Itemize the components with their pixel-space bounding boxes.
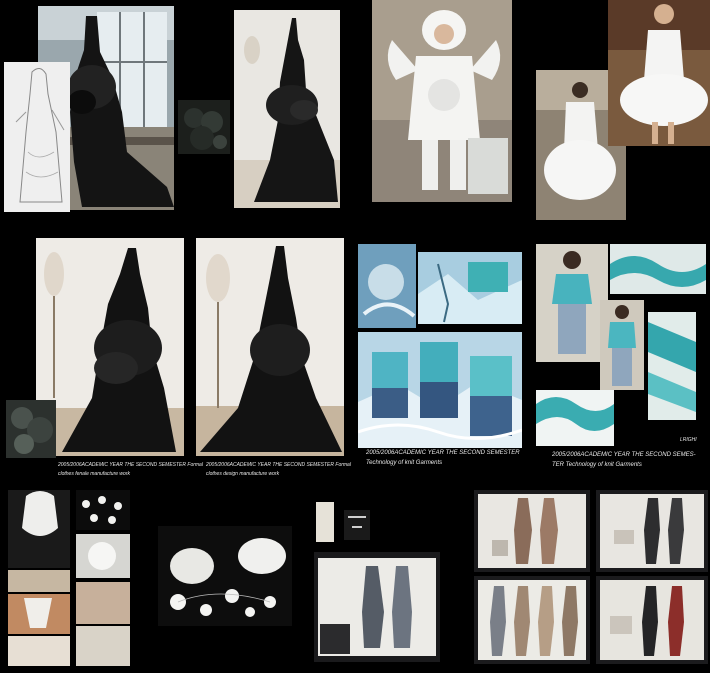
white-flower-accessories-photo xyxy=(158,526,292,626)
xray-fashion-board-1 xyxy=(314,552,440,662)
section5-caption-line1: 2005/2006ACADEMIC YEAR THE SECOND SEMEST… xyxy=(206,462,351,468)
section4-caption-line2: clothes fenale manufacture work xyxy=(58,471,130,477)
section7-caption-line2: TER Technology of knit Garments xyxy=(552,462,642,468)
black-gown-mannequin-photo xyxy=(234,10,340,208)
knit-garment-collage-top xyxy=(358,244,522,328)
white-dress-front-photo xyxy=(608,0,710,146)
section5-caption-line2: clothes design manufacture work xyxy=(206,471,280,477)
knit-sweater-models-photo xyxy=(358,332,522,448)
knit-model-back-photo xyxy=(600,300,644,390)
knit-swatch-photo-3 xyxy=(536,390,614,446)
white-bear-costume-photo xyxy=(372,0,512,202)
gown-ruffle-detail-photo xyxy=(6,400,56,458)
gown-fabric-detail-photo xyxy=(178,100,230,154)
section7-tag: LRIGHI xyxy=(680,437,697,443)
knit-swatch-photo-1 xyxy=(610,244,706,294)
design-board-thumbnail xyxy=(316,500,372,548)
white-accessory-grid xyxy=(6,488,132,668)
section6-caption-line1: 2005/2006ACADEMIC YEAR THE SECOND SEMEST… xyxy=(366,450,520,456)
xray-fashion-board-2 xyxy=(474,490,590,572)
xray-fashion-board-5 xyxy=(596,576,708,664)
section4-caption-line1: 2005/2006ACADEMIC YEAR THE SECOND SEMEST… xyxy=(58,462,203,468)
black-gown-side-photo xyxy=(196,238,344,456)
section7-caption-line1: 2005/2006ACADEMIC YEAR THE SECOND SEMES- xyxy=(552,452,696,458)
section6-caption-line2: Technology of knit Garments xyxy=(366,460,443,466)
knit-swatch-photo-2 xyxy=(648,312,696,420)
xray-fashion-board-3 xyxy=(596,490,708,572)
portfolio-page: { "captions": { "sec4_line1": "2005/2006… xyxy=(0,0,710,673)
black-gown-window-photo xyxy=(2,2,174,214)
xray-fashion-board-4 xyxy=(474,576,590,664)
knit-model-photo xyxy=(536,244,608,362)
black-gown-front-photo xyxy=(36,238,184,456)
